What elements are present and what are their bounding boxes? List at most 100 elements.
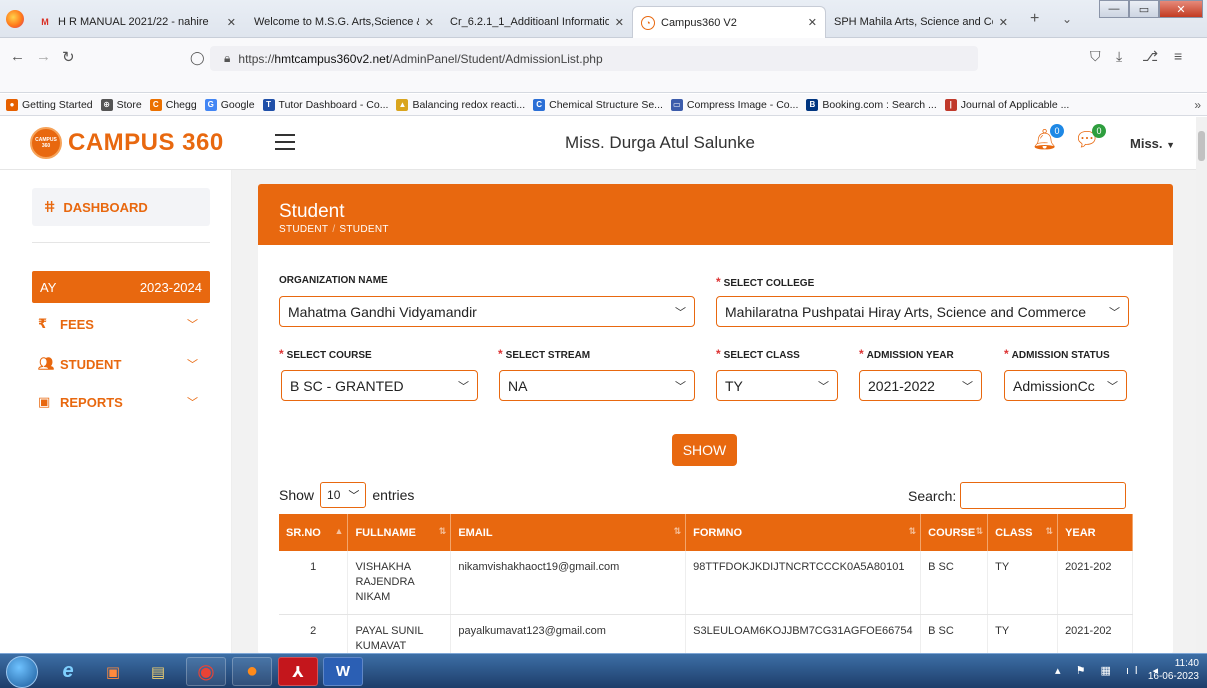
breadcrumb-item[interactable]: STUDENT [279, 224, 328, 235]
download-icon[interactable]: ⤓ [1116, 48, 1122, 65]
firefox-taskbar-icon[interactable]: ● [232, 657, 272, 686]
close-icon[interactable]: ✕ [227, 16, 236, 29]
college-label: * SELECT COLLEGE [716, 275, 815, 289]
sort-icon[interactable]: ▲ [335, 526, 344, 536]
table-row[interactable]: 2 PAYAL SUNIL KUMAVAT payalkumavat123@gmai… [279, 614, 1133, 654]
grid-icon: 𐄹 [44, 200, 56, 215]
shield-icon[interactable]: ◯ [190, 50, 205, 66]
pocket-icon[interactable]: ⛉ [1090, 48, 1101, 65]
entries-label: entries [372, 487, 415, 503]
tab-campus360[interactable]: ◔ Campus360 V2 ✕ [632, 6, 826, 38]
hamburger-menu-icon[interactable] [275, 134, 295, 150]
bookmark-item[interactable]: G Google [204, 98, 255, 111]
close-icon[interactable]: ✕ [808, 16, 817, 29]
chrome-icon[interactable]: ◉ [186, 657, 226, 686]
course-select[interactable]: B SC - GRANTED ﹀ [281, 370, 478, 401]
table-cell: B SC [920, 551, 989, 615]
table-cell: TY [987, 614, 1059, 654]
back-icon[interactable]: ← [10, 48, 25, 65]
bookmark-icon: C [533, 98, 546, 111]
close-icon[interactable]: ✕ [615, 16, 624, 29]
bookmark-item[interactable]: B Booking.com : Search ... [806, 98, 937, 111]
logo-badge-text: CAMPUS 360 [35, 137, 57, 149]
sidebar-item-student[interactable]: 👥︎ STUDENT ﹀ [38, 356, 206, 372]
column-header[interactable]: YEAR [1057, 514, 1133, 551]
tab-sph-mahila[interactable]: SPH Mahila Arts, Science and Com ✕ [826, 8, 1016, 36]
start-button-icon[interactable] [6, 656, 38, 688]
url-bar[interactable]: 🔒︎ https://hmtcampus360v2.net/AdminPanel… [210, 46, 978, 71]
acrobat-icon[interactable]: ⅄ [278, 657, 318, 686]
table-row[interactable]: 1 VISHAKHA RAJENDRA NIKAM nikamvishakhaoct… [279, 551, 1133, 615]
academic-year-selector[interactable]: AY 2023-2024 [32, 271, 210, 303]
office-icon[interactable]: ▣ [93, 657, 133, 686]
column-header[interactable]: EMAIL ⇅ [450, 514, 687, 551]
sort-icon[interactable]: ⇅ [1046, 526, 1054, 537]
column-header[interactable]: FULLNAME ⇅ [347, 514, 452, 551]
page-scrollbar[interactable] [1196, 117, 1207, 653]
notification-bell-icon[interactable]: 🔔︎ 0 [1032, 124, 1064, 155]
clock[interactable]: 11:40 16-06-2023 [1148, 657, 1199, 683]
table-cell: B SC [920, 614, 989, 654]
internet-explorer-icon[interactable]: e [48, 657, 88, 686]
user-menu-dropdown[interactable]: Miss. ▼ [1130, 136, 1175, 151]
reload-icon[interactable]: ↻ [62, 48, 75, 66]
caret-down-icon: ▼ [1166, 140, 1176, 150]
bookmark-item[interactable]: ⊕ Store [100, 98, 142, 111]
bookmark-item[interactable]: C Chegg [149, 98, 197, 111]
sort-icon[interactable]: ⇅ [976, 526, 984, 537]
firefox-icon[interactable] [6, 10, 24, 28]
column-header[interactable]: FORMNO ⇅ [685, 514, 922, 551]
sidebar-item-fees[interactable]: ₹ FEES ﹀ [38, 316, 206, 332]
sidebar-item-reports[interactable]: ▣ REPORTS ﹀ [38, 394, 206, 410]
minimize-icon[interactable]: — [1099, 0, 1129, 18]
bookmark-item[interactable]: ▲ Balancing redox reacti... [396, 98, 525, 111]
column-header[interactable]: CLASS ⇅ [987, 514, 1059, 551]
scrollbar-thumb[interactable] [1198, 131, 1205, 161]
column-header-label: FULLNAME [355, 526, 416, 539]
bookmark-item[interactable]: ▭ Compress Image - Co... [670, 98, 798, 111]
messages-icon[interactable]: 💬︎ 0 [1074, 124, 1106, 155]
college-select[interactable]: Mahilaratna Pushpatai Hiray Arts, Scienc… [716, 296, 1129, 327]
organization-select[interactable]: Mahatma Gandhi Vidyamandir ﹀ [279, 296, 695, 327]
word-icon[interactable]: W [323, 657, 363, 686]
column-header[interactable]: COURSE ⇅ [920, 514, 989, 551]
admission-year-select[interactable]: 2021-2022 ﹀ [859, 370, 982, 401]
bookmark-item[interactable]: | Journal of Applicable ... [944, 98, 1069, 111]
bookmark-item[interactable]: T Tutor Dashboard - Co... [262, 98, 388, 111]
column-header[interactable]: SR.NO ▲ [279, 514, 349, 551]
sidebar-item-dashboard[interactable]: 𐄹 DASHBOARD [32, 188, 210, 226]
bookmark-item[interactable]: ● Getting Started [6, 98, 93, 111]
rupee-icon: ₹ [38, 316, 48, 331]
search-input[interactable] [960, 482, 1127, 509]
entries-select[interactable]: 10 ﹀ [320, 482, 367, 508]
file-explorer-icon[interactable]: ▤ [138, 657, 178, 686]
chevron-down-icon: ﹀ [962, 380, 973, 393]
tab-cr-info[interactable]: Cr_6.2.1_1_Additioanl Information ✕ [442, 8, 632, 36]
maximize-icon[interactable]: ▭ [1129, 0, 1159, 18]
extensions-icon[interactable]: ⎇ [1142, 48, 1158, 65]
bookmarks-overflow-icon[interactable]: » [1194, 98, 1201, 112]
show-button[interactable]: SHOW [672, 434, 737, 466]
bookmark-icon: B [806, 98, 819, 111]
window-close-icon[interactable]: ✕ [1159, 0, 1203, 18]
close-icon[interactable]: ✕ [999, 16, 1008, 29]
tab-welcome-msg[interactable]: Welcome to M.S.G. Arts,Science & ✕ [246, 8, 442, 36]
sort-icon[interactable]: ⇅ [439, 526, 447, 537]
tab-hr-manual[interactable]: M H R MANUAL 2021/22 - nahire ✕ [30, 8, 244, 36]
tab-title: H R MANUAL 2021/22 - nahire [58, 16, 209, 28]
url-path: /AdminPanel/Student/AdmissionList.php [389, 51, 603, 66]
campus360-logo[interactable]: CAMPUS 360 CAMPUS 360 [30, 127, 224, 159]
sort-icon[interactable]: ⇅ [674, 526, 682, 537]
stream-label-text: SELECT STREAM [505, 350, 591, 361]
forward-icon[interactable]: → [36, 48, 51, 65]
admission-status-select[interactable]: AdmissionCc ﹀ [1004, 370, 1127, 401]
stream-select[interactable]: NA ﹀ [499, 370, 695, 401]
tab-list-chevron-icon[interactable]: ⌄ [1062, 12, 1072, 26]
menu-icon[interactable]: ≡ [1174, 48, 1182, 64]
bookmark-item[interactable]: C Chemical Structure Se... [533, 98, 663, 111]
message-count: 0 [1092, 124, 1106, 138]
sort-icon[interactable]: ⇅ [909, 526, 917, 537]
close-icon[interactable]: ✕ [425, 16, 434, 29]
class-select[interactable]: TY ﹀ [716, 370, 838, 401]
new-tab-icon[interactable]: + [1030, 10, 1039, 28]
